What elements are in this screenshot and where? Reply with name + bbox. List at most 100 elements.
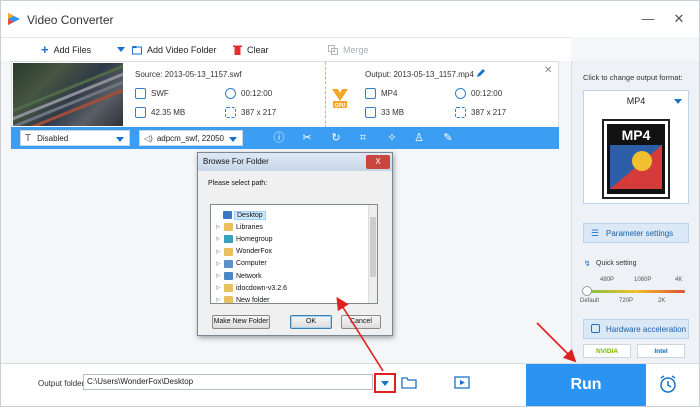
add-video-folder-button[interactable]: Add Video Folder	[132, 42, 216, 58]
bottom-bar: Output folder: C:\Users\WonderFox\Deskto…	[1, 363, 699, 406]
folder-tree-item-label: Desktop	[234, 210, 266, 220]
app-logo-icon	[8, 13, 20, 25]
trim-icon[interactable]: ✂	[300, 131, 314, 145]
open-folder-icon[interactable]	[401, 375, 417, 389]
add-files-dropdown-icon[interactable]	[117, 47, 125, 52]
folder-tree-item-label: idocdown-v3.2.6	[236, 284, 287, 292]
folder-tree-item[interactable]: ▷ WonderFox	[215, 246, 272, 258]
file-size-icon	[135, 107, 146, 118]
format-name: MP4	[626, 96, 646, 106]
quality-label-1080p: 1080P	[634, 277, 652, 283]
effects-icon[interactable]: ✧	[385, 131, 399, 145]
quality-slider-handle[interactable]	[582, 286, 592, 296]
browse-folder-dialog: Browse For Folder X Please select path: …	[197, 152, 393, 336]
folder-tree[interactable]: Desktop ▷ Libraries ▷ Homegroup ▷ WonderFox ▷ Co…	[210, 204, 378, 304]
sliders-icon: ☰	[591, 228, 600, 238]
output-folder-dropdown-button[interactable]	[374, 373, 396, 393]
audio-track-select[interactable]: ◁) adpcm_swf, 22050	[139, 130, 243, 146]
add-folder-icon	[132, 46, 142, 55]
crop-icon[interactable]: ⌗	[356, 131, 370, 145]
merge-button[interactable]: Merge	[328, 42, 369, 58]
expand-arrow-icon[interactable]: ▷	[215, 249, 221, 255]
expand-arrow-icon[interactable]: ▷	[215, 224, 221, 230]
output-size: 33 MB	[365, 107, 404, 118]
folder-icon	[224, 247, 233, 256]
format-icon	[365, 88, 376, 99]
folder-icon	[224, 259, 233, 268]
video-thumbnail	[13, 63, 123, 126]
minimize-button[interactable]: —	[638, 9, 658, 29]
toolbar: + Add Files Add Video Folder Clear Merge	[1, 37, 571, 61]
mp4-format-icon: MP4	[602, 119, 670, 199]
window-title: Video Converter	[27, 13, 114, 27]
output-folder-label: Output folder:	[38, 379, 87, 388]
output-duration: 00:12:00	[455, 88, 502, 99]
merge-icon	[328, 45, 338, 55]
edit-name-icon[interactable]	[476, 68, 486, 78]
clear-button[interactable]: Clear	[233, 42, 269, 58]
dialog-prompt: Please select path:	[208, 180, 268, 187]
watermark-icon[interactable]: ♙	[412, 131, 426, 145]
remove-file-icon[interactable]: ✕	[544, 65, 552, 76]
tree-scrollbar[interactable]	[368, 205, 377, 303]
quality-label-2k: 2K	[658, 298, 666, 304]
trash-icon	[233, 45, 242, 55]
rotate-icon[interactable]: ↻	[329, 131, 343, 145]
source-format: SWF	[135, 88, 169, 99]
file-item[interactable]: Source: 2013-05-13_1157.swf SWF 00:12:00…	[11, 61, 559, 128]
folder-tree-item[interactable]: ▷ idocdown-v3.2.6	[215, 282, 287, 294]
expand-arrow-icon[interactable]: ▷	[215, 273, 221, 279]
merge-label: Merge	[343, 45, 369, 55]
tree-scrollbar-thumb[interactable]	[370, 217, 376, 277]
folder-tree-item[interactable]: ▷ New folder	[215, 294, 269, 303]
format-icon	[135, 88, 146, 99]
chevron-down-icon	[229, 137, 237, 142]
info-icon[interactable]: ⓘ	[272, 131, 286, 145]
text-icon: T	[25, 132, 32, 144]
close-window-button[interactable]: ✕	[669, 9, 689, 29]
chevron-down-icon	[674, 99, 682, 104]
folder-icon	[224, 235, 233, 244]
ok-button[interactable]: OK	[290, 315, 332, 329]
make-new-folder-button[interactable]: Make New Folder	[212, 315, 270, 329]
alarm-clock-icon[interactable]	[658, 374, 678, 394]
output-format-panel: Click to change output format: MP4 MP4 ☰…	[571, 61, 699, 363]
output-preview-icon[interactable]	[454, 375, 470, 389]
folder-tree-item[interactable]: Desktop	[214, 209, 266, 221]
add-files-button[interactable]: + Add Files	[41, 42, 91, 58]
output-folder-input[interactable]: C:\Users\WonderFox\Desktop	[83, 374, 373, 390]
output-format-selector[interactable]: MP4 MP4	[583, 90, 689, 204]
dialog-close-button[interactable]: X	[366, 155, 390, 169]
expand-arrow-icon[interactable]: ▷	[215, 285, 221, 291]
folder-tree-item[interactable]: ▷ Homegroup	[215, 233, 273, 245]
folder-tree-item[interactable]: ▷ Libraries	[215, 221, 263, 233]
nvidia-toggle[interactable]: NVIDIA	[583, 344, 631, 358]
expand-arrow-icon[interactable]: ▷	[215, 261, 221, 267]
source-size: 42.35 MB	[135, 107, 185, 118]
subtitle-select[interactable]: T Disabled	[20, 130, 130, 146]
speaker-icon: ◁)	[144, 133, 153, 143]
gpu-icon: GPU	[332, 89, 348, 109]
subtitle-edit-icon[interactable]: ✎	[441, 131, 455, 145]
chip-icon	[591, 324, 600, 333]
expand-arrow-icon[interactable]: ▷	[215, 297, 221, 303]
folder-icon	[224, 284, 233, 293]
folder-tree-item[interactable]: ▷ Network	[215, 270, 262, 282]
conversion-divider	[325, 62, 326, 128]
bolt-icon: ↯	[584, 259, 591, 268]
intel-toggle[interactable]: Intel	[637, 344, 685, 358]
quality-slider[interactable]	[585, 290, 685, 293]
expand-arrow-icon[interactable]: ▷	[215, 236, 221, 242]
plus-icon: +	[41, 42, 49, 57]
output-resolution: 387 x 217	[455, 107, 506, 118]
gpu-label: GPU	[335, 103, 346, 109]
change-format-hint: Click to change output format:	[583, 73, 683, 82]
mp4-icon-text: MP4	[622, 127, 651, 143]
folder-tree-item[interactable]: ▷ Computer	[215, 258, 267, 270]
clock-icon	[455, 88, 466, 99]
parameter-settings-button[interactable]: ☰ Parameter settings	[583, 223, 689, 243]
cancel-button[interactable]: Cancel	[341, 315, 381, 329]
hardware-acceleration-button[interactable]: Hardware acceleration	[583, 319, 689, 339]
run-button[interactable]: Run	[526, 364, 646, 406]
source-filename: Source: 2013-05-13_1157.swf	[135, 70, 242, 79]
